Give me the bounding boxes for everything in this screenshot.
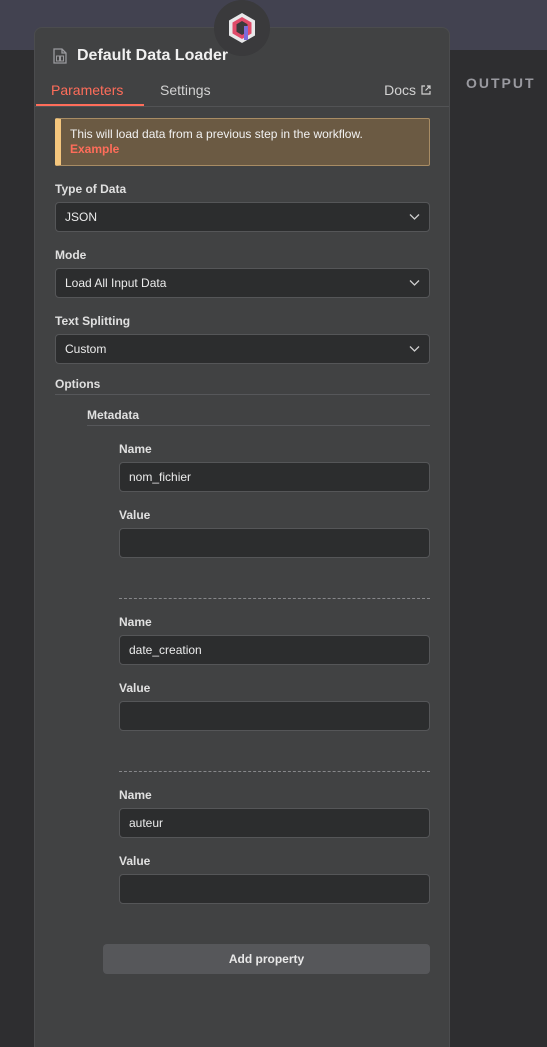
type-of-data-value: JSON (65, 210, 98, 224)
options-divider (55, 394, 430, 395)
active-tab-indicator (36, 104, 144, 106)
property-value-input[interactable] (119, 874, 430, 904)
external-link-icon (421, 85, 431, 95)
node-icon (214, 0, 270, 56)
mode-label: Mode (55, 248, 87, 262)
property-name-value: nom_fichier (129, 470, 192, 484)
property-name-value: auteur (129, 816, 164, 830)
property-name-input[interactable]: date_creation (119, 635, 430, 665)
chevron-down-icon (409, 346, 420, 352)
property-value-label: Value (119, 854, 151, 868)
node-logo-icon (229, 13, 255, 43)
notice-text: This will load data from a previous step… (70, 127, 363, 141)
property-value-label: Value (119, 681, 151, 695)
property-name-input[interactable]: auteur (119, 808, 430, 838)
chevron-down-icon (409, 214, 420, 220)
metadata-divider (87, 425, 430, 426)
text-splitting-value: Custom (65, 342, 107, 356)
property-separator (119, 771, 430, 772)
property-name-label: Name (119, 788, 152, 802)
property-value-label: Value (119, 508, 151, 522)
property-name-input[interactable]: nom_fichier (119, 462, 430, 492)
panel-header: Default Data Loader (53, 47, 228, 65)
property-name-label: Name (119, 615, 152, 629)
node-parameters-panel: Default Data Loader Parameters Settings … (34, 27, 450, 1047)
type-of-data-select[interactable]: JSON (55, 202, 430, 232)
property-name-value: date_creation (129, 643, 202, 657)
document-icon (53, 48, 67, 64)
type-of-data-label: Type of Data (55, 182, 127, 196)
property-name-label: Name (119, 442, 152, 456)
text-splitting-label: Text Splitting (55, 314, 131, 328)
property-value-input[interactable] (119, 528, 430, 558)
property-value-input[interactable] (119, 701, 430, 731)
chevron-down-icon (409, 280, 420, 286)
output-panel-label: OUTPUT (466, 75, 536, 91)
docs-label: Docs (384, 82, 416, 98)
panel-title: Default Data Loader (77, 47, 229, 64)
info-notice: This will load data from a previous step… (55, 118, 430, 166)
tab-parameters[interactable]: Parameters (51, 82, 123, 98)
property-separator (119, 598, 430, 599)
docs-link[interactable]: Docs (384, 82, 431, 98)
metadata-label: Metadata (87, 408, 140, 422)
text-splitting-select[interactable]: Custom (55, 334, 430, 364)
options-label: Options (55, 377, 101, 391)
mode-value: Load All Input Data (65, 276, 167, 290)
notice-example-link[interactable]: Example (70, 142, 429, 157)
tab-settings[interactable]: Settings (160, 82, 211, 98)
add-property-button[interactable]: Add property (103, 944, 430, 974)
mode-select[interactable]: Load All Input Data (55, 268, 430, 298)
